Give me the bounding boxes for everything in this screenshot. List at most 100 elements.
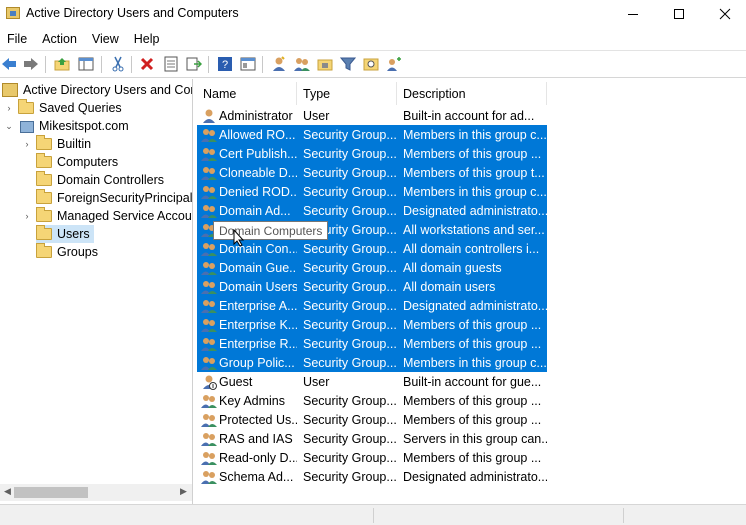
tree-horizontal-scrollbar[interactable]: ◀ ▶ (0, 484, 192, 501)
list-row[interactable]: Schema Ad... Security Group... Designated … (197, 467, 547, 486)
cell-type: Security Group... (303, 279, 397, 294)
new-ou-icon[interactable] (316, 55, 334, 73)
menu-view[interactable]: View (86, 32, 125, 46)
user-icon (201, 108, 217, 124)
column-header-name[interactable]: Name (197, 82, 297, 105)
tree-item-label: ForeignSecurityPrincipals (57, 191, 193, 205)
properties-icon[interactable] (162, 55, 180, 73)
list-row[interactable]: Protected Us... Security Group... Members … (197, 410, 547, 429)
delete-icon[interactable] (138, 55, 156, 73)
cell-name: Enterprise R... (197, 336, 297, 352)
list-row[interactable]: Denied ROD... Security Group... Members in… (197, 182, 547, 201)
object-name: Enterprise A... (219, 298, 297, 313)
tree-item-managed-service-accounts[interactable]: › Managed Service Accour (22, 207, 192, 225)
tree-item-foreign-security-principals[interactable]: ForeignSecurityPrincipals (22, 189, 193, 207)
tree-item-saved-queries[interactable]: › Saved Queries (4, 99, 122, 117)
filter-icon[interactable] (339, 55, 357, 73)
column-header-description[interactable]: Description (397, 82, 547, 105)
cell-description: All domain guests (403, 260, 502, 275)
minimize-icon (628, 13, 638, 15)
chevron-right-icon[interactable]: › (22, 139, 32, 149)
list-row[interactable]: Enterprise A... Security Group... Designat… (197, 296, 547, 315)
list-row[interactable]: Cloneable D... Security Group... Members o… (197, 163, 547, 182)
object-name: Group Polic... (219, 355, 295, 370)
cell-type: User (303, 374, 330, 389)
object-name: Schema Ad... (219, 469, 294, 484)
cell-description: Members of this group ... (403, 450, 542, 465)
cell-name: Read-only D... (197, 450, 297, 466)
disabled-user-icon (201, 374, 217, 390)
list-row[interactable]: Enterprise R... Security Group... Members … (197, 334, 547, 353)
tree-item-domain-controllers[interactable]: Domain Controllers (22, 171, 164, 189)
menu-help[interactable]: Help (128, 32, 166, 46)
close-button[interactable] (702, 0, 746, 28)
mouse-cursor-icon (233, 229, 245, 247)
export-list-icon[interactable] (185, 55, 203, 73)
tree-item-users[interactable]: Users (36, 225, 94, 243)
scrollbar-thumb[interactable] (14, 487, 88, 498)
security-group-icon (201, 469, 217, 485)
cell-type: Security Group... (303, 450, 397, 465)
find-icon[interactable] (362, 55, 380, 73)
tree-root[interactable]: Active Directory Users and Com (2, 81, 193, 99)
list-row[interactable]: Group Polic... Security Group... Members i… (197, 353, 547, 372)
security-group-icon (201, 412, 217, 428)
cell-type: Security Group... (303, 355, 397, 370)
list-row[interactable]: Domain Users Security Group... All domain … (197, 277, 547, 296)
security-group-icon (201, 393, 217, 409)
list-row[interactable]: Key Admins Security Group... Members of th… (197, 391, 547, 410)
maximize-icon (674, 9, 684, 19)
minimize-button[interactable] (610, 0, 656, 28)
list-row[interactable]: Domain Ad... Security Group... Designated … (197, 201, 547, 220)
chevron-right-icon[interactable]: › (4, 103, 14, 113)
new-user-icon[interactable] (270, 55, 288, 73)
forward-arrow-icon[interactable] (22, 55, 40, 73)
scroll-left-arrow-icon[interactable]: ◀ (4, 486, 11, 497)
tree-item-builtin[interactable]: › Builtin (22, 135, 91, 153)
tree-item-groups[interactable]: Groups (22, 243, 98, 261)
show-hide-console-tree-icon[interactable] (77, 55, 95, 73)
list-row[interactable]: Domain Gue... Security Group... All domain… (197, 258, 547, 277)
cell-name: Domain Users (197, 279, 297, 295)
cell-name: Key Admins (197, 393, 297, 409)
column-header-type[interactable]: Type (297, 82, 397, 105)
list-row[interactable]: Guest User Built-in account for gue... (197, 372, 547, 391)
show-details-icon[interactable] (239, 55, 257, 73)
object-name: Domain Ad... (219, 203, 291, 218)
add-to-group-icon[interactable] (385, 55, 403, 73)
maximize-button[interactable] (656, 0, 702, 28)
list-row[interactable]: Domain Con... Security Group... All domain… (197, 239, 547, 258)
cell-description: Members in this group c... (403, 127, 547, 142)
tree-item-computers[interactable]: Computers (22, 153, 118, 171)
cell-name: Enterprise K... (197, 317, 297, 333)
object-name: RAS and IAS ... (219, 431, 297, 446)
cut-icon[interactable] (109, 55, 127, 73)
list-row[interactable]: RAS and IAS ... Security Group... Servers … (197, 429, 547, 448)
menu-action[interactable]: Action (36, 32, 83, 46)
status-segment (374, 508, 624, 523)
toolbar-separator (101, 56, 102, 73)
chevron-down-icon[interactable]: ⌄ (4, 121, 14, 132)
folder-icon (36, 207, 52, 222)
new-group-icon[interactable] (293, 55, 311, 73)
security-group-icon (201, 317, 217, 333)
close-icon (719, 8, 731, 20)
tree-root-label: Active Directory Users and Com (23, 83, 193, 97)
up-folder-icon[interactable] (53, 55, 71, 73)
back-arrow-icon[interactable] (0, 55, 18, 73)
tree-item-domain[interactable]: ⌄ Mikesitspot.com (4, 117, 129, 135)
menu-file[interactable]: File (1, 32, 33, 46)
folder-icon (18, 99, 34, 114)
list-row[interactable]: Allowed RO... Security Group... Members in… (197, 125, 547, 144)
cell-type: Security Group... (303, 146, 397, 161)
security-group-icon (201, 165, 217, 181)
security-group-icon (201, 431, 217, 447)
chevron-right-icon[interactable]: › (22, 211, 32, 221)
cell-name: Cert Publish... (197, 146, 297, 162)
list-row[interactable]: Cert Publish... Security Group... Members … (197, 144, 547, 163)
scroll-right-arrow-icon[interactable]: ▶ (180, 486, 187, 497)
list-row[interactable]: Enterprise K... Security Group... Members … (197, 315, 547, 334)
list-row[interactable]: Read-only D... Security Group... Members o… (197, 448, 547, 467)
help-icon[interactable]: ? (216, 55, 234, 73)
list-row[interactable]: Administrator User Built-in account for ad… (197, 106, 547, 125)
